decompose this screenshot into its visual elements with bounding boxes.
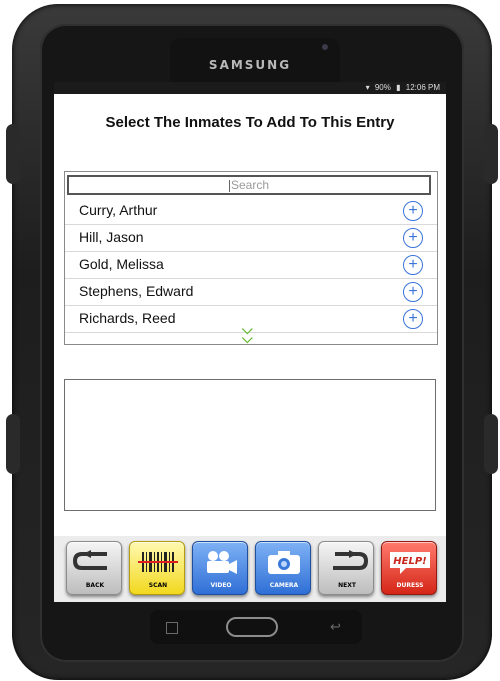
case-bumper bbox=[484, 414, 498, 474]
duress-button[interactable]: HELP! DURESS bbox=[381, 541, 437, 595]
inmate-name: Gold, Melissa bbox=[79, 256, 164, 272]
duress-label: DURESS bbox=[396, 582, 424, 589]
status-time: 12:06 PM bbox=[405, 83, 440, 92]
device-brand: SAMSUNG bbox=[208, 58, 292, 72]
help-text: HELP! bbox=[393, 556, 426, 567]
search-input[interactable]: Search bbox=[67, 175, 431, 195]
text-cursor bbox=[228, 179, 230, 192]
video-button[interactable]: VIDEO bbox=[192, 541, 248, 595]
battery-icon: ▮ bbox=[396, 83, 401, 92]
app-screen: ▾ 90% ▮ 12:06 PM Select The Inmates To A… bbox=[54, 82, 446, 602]
inmate-list: Curry, Arthur + Hill, Jason + Gold, Meli… bbox=[65, 198, 437, 333]
inmate-list-panel: Search Curry, Arthur + Hill, Jason + Gol… bbox=[64, 171, 438, 345]
selected-inmates-box[interactable] bbox=[64, 379, 436, 511]
case-bumper bbox=[6, 124, 20, 184]
next-arrow-icon bbox=[333, 550, 369, 570]
video-label: VIDEO bbox=[210, 582, 232, 589]
camera-button[interactable]: CAMERA bbox=[255, 541, 311, 595]
page-title: Select The Inmates To Add To This Entry bbox=[105, 114, 395, 131]
back-nav-icon[interactable]: ↩ bbox=[330, 619, 341, 635]
wifi-icon: ▾ bbox=[365, 83, 370, 92]
camera-label: CAMERA bbox=[269, 582, 299, 589]
add-circle-icon[interactable]: + bbox=[403, 309, 423, 329]
home-button[interactable] bbox=[226, 617, 278, 637]
video-camera-icon bbox=[207, 551, 237, 574]
inmate-name: Hill, Jason bbox=[79, 229, 144, 245]
back-label: BACK bbox=[85, 582, 105, 589]
inmate-name: Stephens, Edward bbox=[79, 283, 194, 299]
next-button[interactable]: NEXT bbox=[318, 541, 374, 595]
list-item[interactable]: Hill, Jason + bbox=[65, 225, 437, 252]
list-item[interactable]: Gold, Melissa + bbox=[65, 252, 437, 279]
front-camera bbox=[322, 44, 328, 50]
case-bumper bbox=[6, 414, 20, 474]
add-circle-icon[interactable]: + bbox=[403, 228, 423, 248]
bottom-toolbar: BACK SCAN VIDEO CAMERA NEXT HELP! DURESS bbox=[54, 536, 446, 602]
back-arrow-icon bbox=[72, 550, 107, 570]
inmate-name: Curry, Arthur bbox=[79, 202, 158, 218]
scan-button[interactable]: SCAN bbox=[129, 541, 185, 595]
status-bar: ▾ 90% ▮ 12:06 PM bbox=[54, 82, 446, 94]
add-circle-icon[interactable]: + bbox=[403, 255, 423, 275]
add-circle-icon[interactable]: + bbox=[403, 201, 423, 221]
back-button[interactable]: BACK bbox=[66, 541, 122, 595]
camera-icon bbox=[268, 551, 300, 574]
help-speech-bubble-icon: HELP! bbox=[390, 552, 430, 574]
inmate-name: Richards, Reed bbox=[79, 310, 176, 326]
recent-apps-icon[interactable] bbox=[166, 622, 178, 634]
list-item[interactable]: Curry, Arthur + bbox=[65, 198, 437, 225]
case-bumper bbox=[484, 124, 498, 184]
list-item[interactable]: Stephens, Edward + bbox=[65, 279, 437, 306]
chevron-double-down-icon[interactable]: ⌵ ⌵ bbox=[242, 322, 253, 345]
add-circle-icon[interactable]: + bbox=[403, 282, 423, 302]
next-label: NEXT bbox=[338, 582, 356, 589]
barcode-icon bbox=[138, 552, 178, 572]
battery-percent: 90% bbox=[374, 83, 391, 92]
scan-label: SCAN bbox=[148, 582, 168, 589]
search-placeholder: Search bbox=[230, 178, 270, 192]
